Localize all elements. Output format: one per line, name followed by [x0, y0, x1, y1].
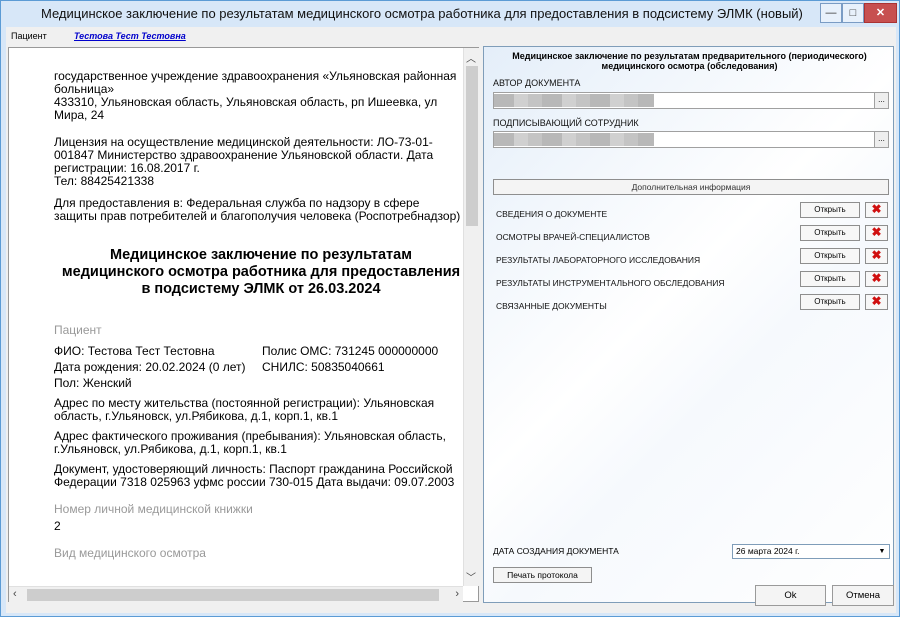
cancel-button[interactable]: Отмена: [832, 585, 894, 606]
vertical-scrollbar[interactable]: ︿ ﹀: [463, 48, 479, 586]
creation-date-picker[interactable]: 26 марта 2024 г. ▼: [732, 544, 890, 559]
patient-label: Пациент: [11, 31, 47, 41]
author-picker-button[interactable]: ...: [874, 93, 888, 108]
patient-snils: СНИЛС: 50835040661: [262, 360, 385, 374]
fact-address: Адрес фактического проживания (пребывани…: [54, 429, 446, 456]
patient-section-title: Пациент: [54, 323, 102, 337]
delete-related-icon[interactable]: ✖: [865, 294, 888, 310]
org-info: государственное учреждение здравоохранен…: [54, 70, 463, 122]
signer-label: ПОДПИСЫВАЮЩИЙ СОТРУДНИК: [493, 118, 639, 128]
patient-sex: Пол: Женский: [54, 376, 132, 390]
section-label-instrumental: РЕЗУЛЬТАТЫ ИНСТРУМЕНТАЛЬНОГО ОБСЛЕДОВАНИ…: [496, 278, 725, 288]
med-book-label: Номер личной медицинской книжки: [54, 502, 253, 516]
org-name: государственное учреждение здравоохранен…: [54, 69, 457, 96]
signer-redacted: [494, 133, 654, 146]
open-document-info-button[interactable]: Открыть: [800, 202, 860, 218]
maximize-button[interactable]: □: [842, 3, 864, 23]
dropdown-arrow-icon[interactable]: ▼: [876, 546, 888, 557]
dialog-client-area: Пациент Тестова Тест Тестовна государств…: [6, 27, 896, 613]
patient-dob: Дата рождения: 20.02.2024 (0 лет): [54, 360, 246, 374]
print-protocol-button[interactable]: Печать протокола: [493, 567, 592, 583]
horizontal-scrollbar[interactable]: ‹ ›: [9, 586, 463, 602]
license-info: Лицензия на осуществление медицинской де…: [54, 136, 463, 188]
section-label-specialists: ОСМОТРЫ ВРАЧЕЙ-СПЕЦИАЛИСТОВ: [496, 232, 650, 242]
scroll-down-icon[interactable]: ﹀: [466, 569, 476, 584]
phone-text: Тел: 88425421338: [54, 174, 155, 188]
open-instrumental-button[interactable]: Открыть: [800, 271, 860, 287]
ok-button[interactable]: Ok: [755, 585, 826, 606]
patient-bar: Пациент Тестова Тест Тестовна: [6, 27, 896, 45]
org-address: 433310, Ульяновская область, Ульяновская…: [54, 95, 438, 122]
signer-field[interactable]: ...: [493, 131, 889, 148]
delete-document-info-icon[interactable]: ✖: [865, 202, 888, 218]
patient-fio: ФИО: Тестова Тест Тестовна: [54, 344, 215, 358]
author-redacted: [494, 94, 654, 107]
patient-link[interactable]: Тестова Тест Тестовна: [74, 31, 186, 41]
recipient-text: Для предоставления в: Федеральная служба…: [54, 196, 461, 223]
delete-instrumental-icon[interactable]: ✖: [865, 271, 888, 287]
vertical-scroll-thumb[interactable]: [466, 66, 478, 226]
delete-lab-icon[interactable]: ✖: [865, 248, 888, 264]
additional-info-button[interactable]: Дополнительная информация: [493, 179, 889, 195]
license-text: Лицензия на осуществление медицинской де…: [54, 135, 434, 175]
form-panel: Медицинское заключение по результатам пр…: [483, 46, 894, 603]
creation-date-value: 26 марта 2024 г.: [736, 546, 800, 556]
reg-address: Адрес по месту жительства (постоянной ре…: [54, 396, 435, 423]
signer-picker-button[interactable]: ...: [874, 132, 888, 147]
patient-row-2: Дата рождения: 20.02.2024 (0 лет) СНИЛС:…: [54, 361, 463, 374]
window-title: Медицинское заключение по результатам ме…: [41, 6, 803, 21]
document-content: государственное учреждение здравоохранен…: [9, 48, 463, 586]
open-specialists-button[interactable]: Открыть: [800, 225, 860, 241]
form-title: Медицинское заключение по результатам пр…: [512, 51, 867, 71]
author-field[interactable]: ...: [493, 92, 889, 109]
document-preview: государственное учреждение здравоохранен…: [8, 47, 479, 602]
section-label-lab: РЕЗУЛЬТАТЫ ЛАБОРАТОРНОГО ИССЛЕДОВАНИЯ: [496, 255, 701, 265]
open-lab-button[interactable]: Открыть: [800, 248, 860, 264]
scroll-right-icon[interactable]: ›: [455, 588, 459, 600]
med-book-value: 2: [54, 519, 61, 533]
exam-type-label: Вид медицинского осмотра: [54, 546, 206, 560]
id-document: Документ, удостоверяющий личность: Паспо…: [54, 462, 455, 489]
scroll-up-icon[interactable]: ︿: [466, 50, 476, 65]
section-label-related: СВЯЗАННЫЕ ДОКУМЕНТЫ: [496, 301, 607, 311]
patient-row-1: ФИО: Тестова Тест Тестовна Полис ОМС: 73…: [54, 345, 463, 358]
scroll-left-icon[interactable]: ‹: [13, 588, 17, 600]
document-heading: Медицинское заключение по результатам ме…: [61, 247, 461, 297]
dialog-window: Медицинское заключение по результатам ме…: [0, 0, 900, 617]
section-label-document-info: СВЕДЕНИЯ О ДОКУМЕНТЕ: [496, 209, 608, 219]
close-button[interactable]: ✕: [864, 3, 897, 23]
horizontal-scroll-thumb[interactable]: [27, 589, 439, 601]
patient-oms: Полис ОМС: 731245 000000000: [262, 344, 439, 358]
creation-date-label: ДАТА СОЗДАНИЯ ДОКУМЕНТА: [493, 546, 619, 556]
minimize-button[interactable]: —: [820, 3, 842, 23]
author-label: АВТОР ДОКУМЕНТА: [493, 78, 581, 88]
delete-specialists-icon[interactable]: ✖: [865, 225, 888, 241]
title-bar: Медицинское заключение по результатам ме…: [1, 1, 899, 26]
open-related-button[interactable]: Открыть: [800, 294, 860, 310]
